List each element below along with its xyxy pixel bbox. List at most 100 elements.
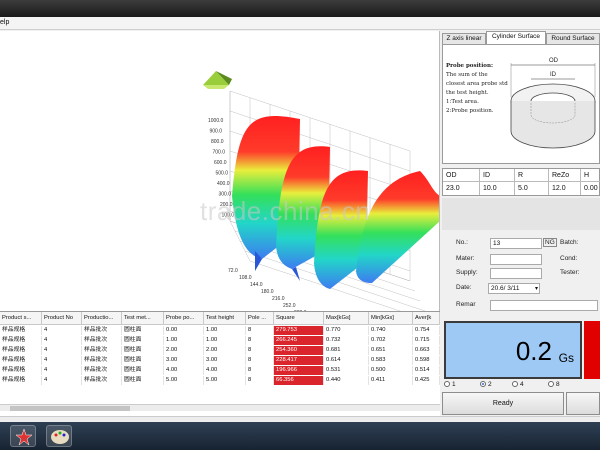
radio-circle-selected[interactable] — [480, 381, 486, 388]
palette-icon — [51, 430, 69, 444]
column-header[interactable]: Test met... — [122, 312, 164, 325]
tab-z-axis-linear[interactable]: Z axis linear — [442, 33, 486, 44]
note-line-1: Probe position: — [446, 63, 493, 69]
table-cell: 圆柱面 — [122, 346, 164, 355]
cond-label: Cond: — [560, 255, 578, 262]
note-line-4: the test height. — [446, 90, 489, 96]
surface-plot[interactable]: 1000.0 900.0 800.0 700.0 600.0 500.0 400.0 300.… — [0, 31, 440, 311]
x-tick-label: 180.0 — [261, 289, 274, 295]
table-cell: 样品批次 — [82, 336, 122, 345]
table-cell: 0.583 — [369, 356, 413, 365]
no-input[interactable]: 13 — [490, 238, 542, 249]
dim-value-id[interactable]: 10.0 — [480, 182, 515, 195]
tab-round-surface[interactable]: Round Surface — [546, 33, 600, 44]
table-cell: 样品批次 — [82, 346, 122, 355]
column-header[interactable]: Product s... — [0, 312, 42, 325]
table-row[interactable]: 样品规格 4 样品批次 圆柱面 4.00 4.00 8 196.966 0.531 0.500 0.… — [0, 366, 440, 375]
date-picker[interactable]: 20.6/ 3/11 ▾ — [488, 283, 540, 294]
table-cell: 3.00 — [164, 356, 204, 365]
table-cell: 0.614 — [324, 356, 369, 365]
dim-value-od[interactable]: 23.0 — [443, 182, 480, 195]
surface-tabs: Z axis linear Cylinder Surface Round Sur… — [442, 31, 600, 44]
supply-input[interactable] — [490, 268, 542, 279]
table-row[interactable]: 样品规格 4 样品批次 圆柱面 2.00 2.00 8 254.360 0.681 0.651 0.… — [0, 346, 440, 355]
radio-option-8[interactable]: 8 — [548, 381, 560, 388]
no-label: No.: — [456, 239, 468, 246]
table-row[interactable]: 样品规格 4 样品批次 圆柱面 0.00 1.00 8 279.753 0.770 0.740 0.… — [0, 326, 440, 335]
dim-value-rezo[interactable]: 12.0 — [549, 182, 581, 195]
table-cell: 样品规格 — [0, 356, 42, 365]
column-header[interactable]: Square — [274, 312, 324, 325]
field-readout-display: 0.2 Gs — [444, 321, 582, 379]
table-cell: 样品规格 — [0, 376, 42, 385]
x-tick-label: 252.0 — [283, 303, 296, 309]
watermark: trade.china.cn — [200, 196, 371, 226]
column-header[interactable]: Max[kGs] — [324, 312, 369, 325]
table-cell: 8 — [246, 346, 274, 355]
table-cell: 圆柱面 — [122, 366, 164, 375]
note-line-5: 1:Test area. — [446, 99, 479, 105]
supply-label: Supply: — [456, 269, 478, 276]
z-tick-label: 900.0 — [210, 129, 223, 135]
column-header[interactable]: Pole ... — [246, 312, 274, 325]
table-cell: 4 — [42, 326, 82, 335]
table-cell: 0.702 — [369, 336, 413, 345]
axis-indicator — [203, 71, 232, 89]
table-cell: 圆柱面 — [122, 336, 164, 345]
table-cell: 0.425 — [413, 376, 440, 385]
radio-option-4[interactable]: 4 — [512, 381, 524, 388]
radio-circle[interactable] — [444, 381, 450, 388]
table-cell: 0.732 — [324, 336, 369, 345]
ng-button[interactable]: NG — [543, 238, 557, 247]
table-cell: 254.360 — [274, 346, 324, 355]
mater-input[interactable] — [490, 254, 542, 265]
column-header[interactable]: Productio... — [82, 312, 122, 325]
note-line-6: 2:Probe position. — [446, 108, 494, 114]
table-cell: 样品规格 — [0, 336, 42, 345]
dim-value-h[interactable]: 0.00 — [581, 182, 600, 195]
column-header[interactable]: Product No — [42, 312, 82, 325]
dim-header-rezo: ReZo — [549, 169, 581, 182]
table-cell: 4 — [42, 366, 82, 375]
paint-app-icon[interactable] — [46, 425, 72, 447]
note-line-2: The sum of the — [446, 72, 488, 78]
ring-magnet-diagram: OD ID — [510, 58, 596, 149]
column-header[interactable]: Probe po... — [164, 312, 204, 325]
start-button[interactable] — [10, 425, 36, 447]
radio-circle[interactable] — [548, 381, 554, 388]
table-row[interactable]: 样品规格 4 样品批次 圆柱面 3.00 3.00 8 228.417 0.614 0.583 0.… — [0, 356, 440, 365]
column-header[interactable]: Min[kGs] — [369, 312, 413, 325]
table-cell: 圆柱面 — [122, 356, 164, 365]
calendar-dropdown-icon[interactable]: ▾ — [535, 284, 538, 294]
table-cell: 0.740 — [369, 326, 413, 335]
table-cell: 样品批次 — [82, 366, 122, 375]
batch-label: Batch: — [560, 239, 579, 246]
table-cell: 8 — [246, 366, 274, 375]
table-cell: 4 — [42, 376, 82, 385]
column-header[interactable]: Aver[k — [413, 312, 440, 325]
radio-circle[interactable] — [512, 381, 518, 388]
table-row[interactable]: 样品规格 4 样品批次 圆柱面 1.00 1.00 8 266.245 0.732 0.702 0.… — [0, 336, 440, 345]
x-tick-label: 216.0 — [272, 296, 285, 302]
dim-value-r[interactable]: 5.0 — [515, 182, 549, 195]
table-cell: 0.411 — [369, 376, 413, 385]
secondary-button[interactable] — [566, 392, 600, 415]
dim-header-r: R — [515, 169, 549, 182]
scrollbar-thumb[interactable] — [10, 406, 130, 411]
ready-button[interactable]: Ready — [442, 392, 564, 415]
radio-option-2[interactable]: 2 — [480, 381, 492, 388]
right-panel: Z axis linear Cylinder Surface Round Sur… — [442, 31, 600, 421]
radio-option-1[interactable]: 1 — [444, 381, 456, 388]
horizontal-scrollbar[interactable] — [0, 404, 440, 411]
tab-cylinder-surface[interactable]: Cylinder Surface — [486, 31, 546, 44]
menu-item-help[interactable]: elp — [0, 19, 9, 26]
table-cell: 2.00 — [204, 346, 246, 355]
menu-bar: elp — [0, 17, 600, 30]
date-label: Date: — [456, 284, 472, 291]
table-row[interactable]: 样品规格 4 样品批次 圆柱面 5.00 5.00 8 66.356 0.440 0.411 0.4… — [0, 376, 440, 385]
remark-input[interactable] — [490, 300, 598, 311]
table-cell: 8 — [246, 356, 274, 365]
column-header[interactable]: Test height — [204, 312, 246, 325]
table-cell: 5.00 — [164, 376, 204, 385]
table-cell: 0.598 — [413, 356, 440, 365]
